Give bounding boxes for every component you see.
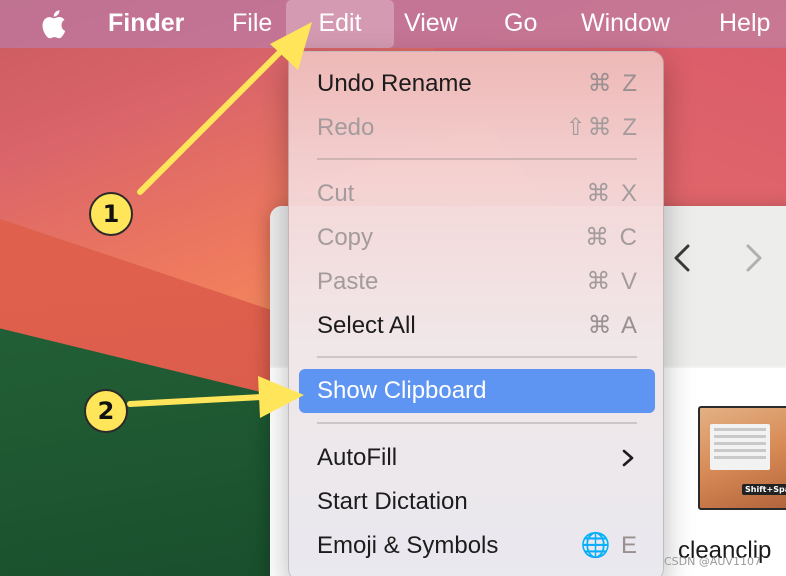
menu-item-redo: Redo ⇧⌘ Z	[299, 106, 655, 150]
menu-item-select-all[interactable]: Select All ⌘ A	[299, 304, 655, 348]
menu-go[interactable]: Go	[504, 0, 537, 48]
thumbnail-badge: Shift+Space	[742, 484, 786, 495]
watermark: CSDN @AUV1107	[664, 555, 761, 568]
menu-separator	[317, 356, 637, 358]
edit-menu-dropdown: Undo Rename ⌘ Z Redo ⇧⌘ Z Cut ⌘ X Copy ⌘…	[288, 51, 664, 576]
step-1-badge: 1	[89, 192, 133, 236]
chevron-right-icon	[622, 449, 634, 467]
shortcut-label: 🌐 E	[580, 532, 639, 559]
menu-item-show-clipboard[interactable]: Show Clipboard	[299, 369, 655, 413]
menu-window[interactable]: Window	[581, 0, 670, 48]
shortcut-label: ⌘ C	[585, 224, 639, 251]
thumbnail-window-preview	[710, 424, 770, 470]
menu-separator	[317, 158, 637, 160]
apple-logo-icon[interactable]	[40, 7, 70, 41]
menu-item-copy: Copy ⌘ C	[299, 216, 655, 260]
menu-item-autofill[interactable]: AutoFill	[299, 436, 655, 480]
menu-separator	[317, 422, 637, 424]
step-2-badge: 2	[84, 389, 128, 433]
menu-item-undo-rename[interactable]: Undo Rename ⌘ Z	[299, 62, 655, 106]
menu-item-start-dictation[interactable]: Start Dictation	[299, 480, 655, 524]
menu-item-emoji-symbols[interactable]: Emoji & Symbols 🌐 E	[299, 524, 655, 568]
shortcut-label: ⇧⌘ Z	[565, 114, 639, 141]
menu-view[interactable]: View	[404, 0, 458, 48]
menu-item-cut: Cut ⌘ X	[299, 172, 655, 216]
file-thumbnail[interactable]: Shift+Space	[698, 406, 786, 510]
shortcut-label: ⌘ Z	[587, 70, 639, 97]
menu-bar: Finder File Edit View Go Window Help	[0, 0, 786, 48]
forward-arrow-icon[interactable]	[742, 242, 766, 274]
shortcut-label: ⌘ A	[587, 312, 639, 339]
menu-edit[interactable]: Edit	[286, 0, 394, 48]
shortcut-label: ⌘ V	[586, 268, 639, 295]
menu-item-paste: Paste ⌘ V	[299, 260, 655, 304]
menu-help[interactable]: Help	[719, 0, 770, 48]
back-arrow-icon[interactable]	[670, 242, 694, 274]
menu-file[interactable]: File	[232, 0, 272, 48]
menu-app-finder[interactable]: Finder	[108, 0, 184, 48]
shortcut-label: ⌘ X	[586, 180, 639, 207]
